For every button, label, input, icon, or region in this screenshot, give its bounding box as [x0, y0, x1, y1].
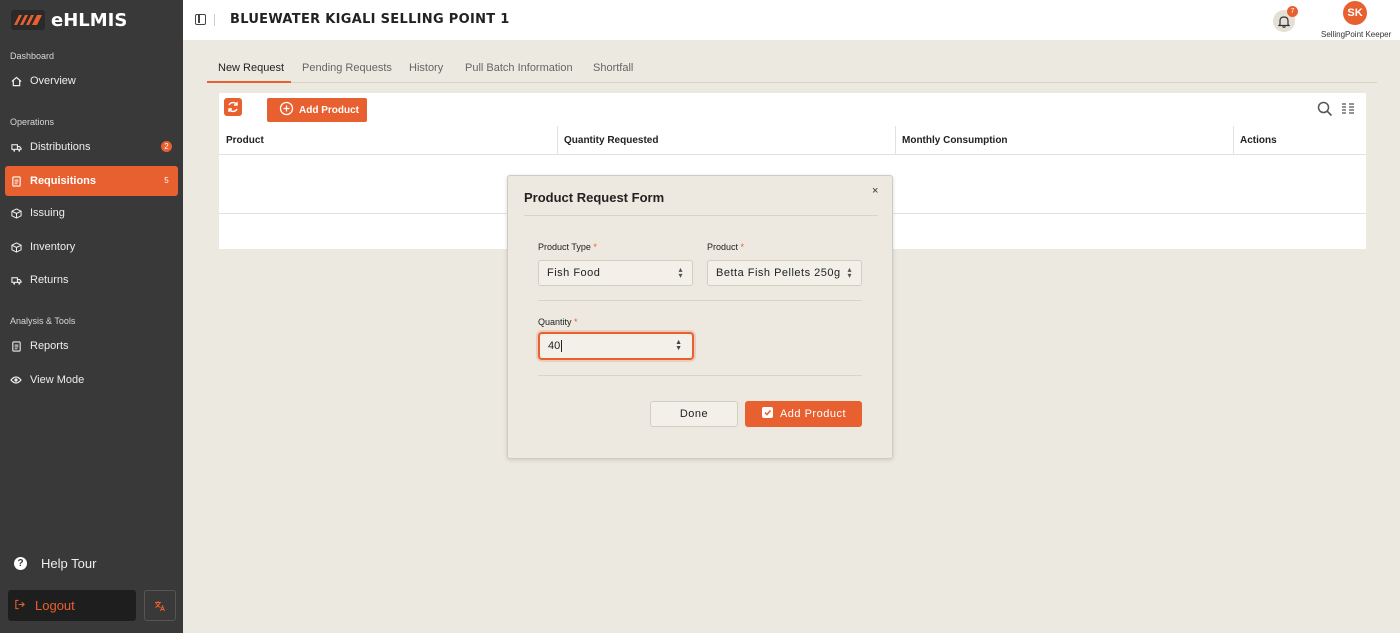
requisitions-count-badge: 5 [164, 176, 169, 185]
product-value: Betta Fish Pellets 250g [716, 267, 841, 279]
app-name: eHLMIS [51, 9, 128, 31]
sidebar-item-label: Requisitions [30, 175, 97, 187]
tab-pull-batch-information[interactable]: Pull Batch Information [465, 62, 573, 74]
sidebar-item-overview[interactable]: Overview [5, 66, 178, 96]
tab-pending-requests[interactable]: Pending Requests [302, 62, 392, 74]
help-tour-label: Help Tour [41, 556, 97, 571]
refresh-button[interactable] [224, 98, 242, 116]
home-icon [10, 75, 22, 87]
product-select[interactable]: Betta Fish Pellets 250g ▴ ▾ [707, 260, 862, 286]
table-header: Product Quantity Requested Monthly Consu… [219, 126, 1366, 155]
column-header-monthly-consumption[interactable]: Monthly Consumption [895, 126, 1234, 155]
product-label: Product * [707, 242, 744, 252]
sidebar-item-label: Reports [30, 340, 69, 352]
box-icon [10, 241, 22, 253]
logout-button[interactable]: Logout [8, 590, 136, 621]
sidebar-item-label: Issuing [30, 207, 65, 219]
product-type-value: Fish Food [547, 267, 601, 279]
sidebar-item-inventory[interactable]: Inventory [5, 232, 178, 262]
page-title: BLUEWATER KIGALI SELLING POINT 1 [230, 12, 510, 27]
sidebar-item-label: View Mode [30, 374, 85, 386]
tab-shortfall[interactable]: Shortfall [593, 62, 633, 74]
document-icon [10, 175, 22, 187]
requisition-tabs: New Request Pending Requests History Pul… [207, 55, 1377, 83]
avatar[interactable]: SK [1343, 1, 1367, 25]
quantity-stepper-icon[interactable]: ▲ ▼ [675, 339, 682, 352]
sidebar: eHLMIS Dashboard Overview Operations Dis… [0, 0, 183, 633]
sidebar-item-label: Overview [30, 75, 76, 87]
logout-label: Logout [35, 598, 75, 613]
active-tab-indicator [207, 81, 291, 83]
required-marker: * [574, 317, 578, 327]
tab-history[interactable]: History [409, 62, 443, 74]
modal-add-product-button[interactable]: Add Product [745, 401, 862, 427]
sidebar-item-view-mode[interactable]: View Mode [5, 365, 178, 395]
top-header: BLUEWATER KIGALI SELLING POINT 1 7 SK Se… [183, 0, 1400, 40]
quantity-value: 40 [548, 340, 561, 352]
translate-icon [155, 600, 165, 611]
help-tour-link[interactable]: ? Help Tour [14, 556, 96, 571]
quantity-label: Quantity * [538, 317, 578, 327]
section-label-dashboard: Dashboard [10, 51, 55, 61]
eye-icon [10, 374, 22, 386]
sidebar-item-label: Inventory [30, 241, 76, 253]
return-truck-icon [10, 274, 22, 286]
product-request-modal: Product Request Form × Product Type * Fi… [507, 175, 893, 459]
logout-icon [14, 598, 25, 613]
column-header-quantity-requested[interactable]: Quantity Requested [557, 126, 896, 155]
sidebar-item-distributions[interactable]: Distributions 2 [5, 132, 178, 162]
modal-divider [538, 300, 862, 301]
help-icon: ? [14, 557, 27, 570]
modal-divider [524, 215, 878, 216]
sidebar-toggle-icon[interactable] [195, 14, 206, 25]
bell-icon [1278, 15, 1290, 28]
language-toggle-button[interactable] [144, 590, 176, 621]
package-icon [10, 207, 22, 219]
sidebar-item-requisitions[interactable]: Requisitions 5 [5, 166, 178, 196]
quantity-input[interactable]: 40 ▲ ▼ [538, 332, 694, 360]
report-icon [10, 340, 22, 352]
app-logo [11, 10, 45, 30]
column-settings-icon[interactable] [1341, 102, 1355, 121]
search-icon[interactable] [1317, 101, 1333, 122]
distributions-count-badge: 2 [161, 141, 172, 152]
add-product-button[interactable]: Add Product [267, 98, 367, 122]
chevron-up-down-icon: ▴ ▾ [847, 265, 852, 280]
product-type-label: Product Type * [538, 242, 597, 252]
quantity-label-text: Quantity [538, 317, 572, 327]
sidebar-item-reports[interactable]: Reports [5, 331, 178, 361]
modal-add-product-label: Add Product [779, 408, 847, 420]
sidebar-item-label: Returns [30, 274, 69, 286]
product-type-label-text: Product Type [538, 242, 591, 252]
refresh-icon [228, 101, 238, 113]
sidebar-item-label: Distributions [30, 141, 91, 153]
column-header-product[interactable]: Product [219, 126, 558, 155]
text-caret [561, 340, 563, 352]
user-role: SellingPoint Keeper [1321, 30, 1392, 39]
column-header-actions: Actions [1240, 135, 1277, 146]
truck-icon [10, 141, 22, 153]
required-marker: * [740, 242, 745, 252]
sidebar-item-returns[interactable]: Returns [5, 265, 178, 295]
tab-new-request[interactable]: New Request [218, 62, 284, 74]
modal-title: Product Request Form [524, 190, 665, 205]
sidebar-item-issuing[interactable]: Issuing [5, 198, 178, 228]
notification-count-badge: 7 [1287, 6, 1298, 17]
section-label-operations: Operations [10, 117, 55, 127]
close-icon[interactable]: × [872, 185, 878, 197]
cart-add-icon [761, 406, 774, 422]
required-marker: * [593, 242, 597, 252]
header-divider [214, 14, 215, 26]
add-circle-icon [279, 101, 294, 119]
product-type-select[interactable]: Fish Food ▴ ▾ [538, 260, 693, 286]
done-button[interactable]: Done [650, 401, 738, 427]
product-label-text: Product [707, 242, 739, 252]
modal-divider [538, 375, 862, 376]
chevron-up-down-icon: ▴ ▾ [678, 265, 683, 280]
brand[interactable]: eHLMIS [0, 0, 183, 40]
section-label-analysis: Analysis & Tools [10, 316, 76, 326]
add-product-label: Add Product [299, 104, 359, 116]
